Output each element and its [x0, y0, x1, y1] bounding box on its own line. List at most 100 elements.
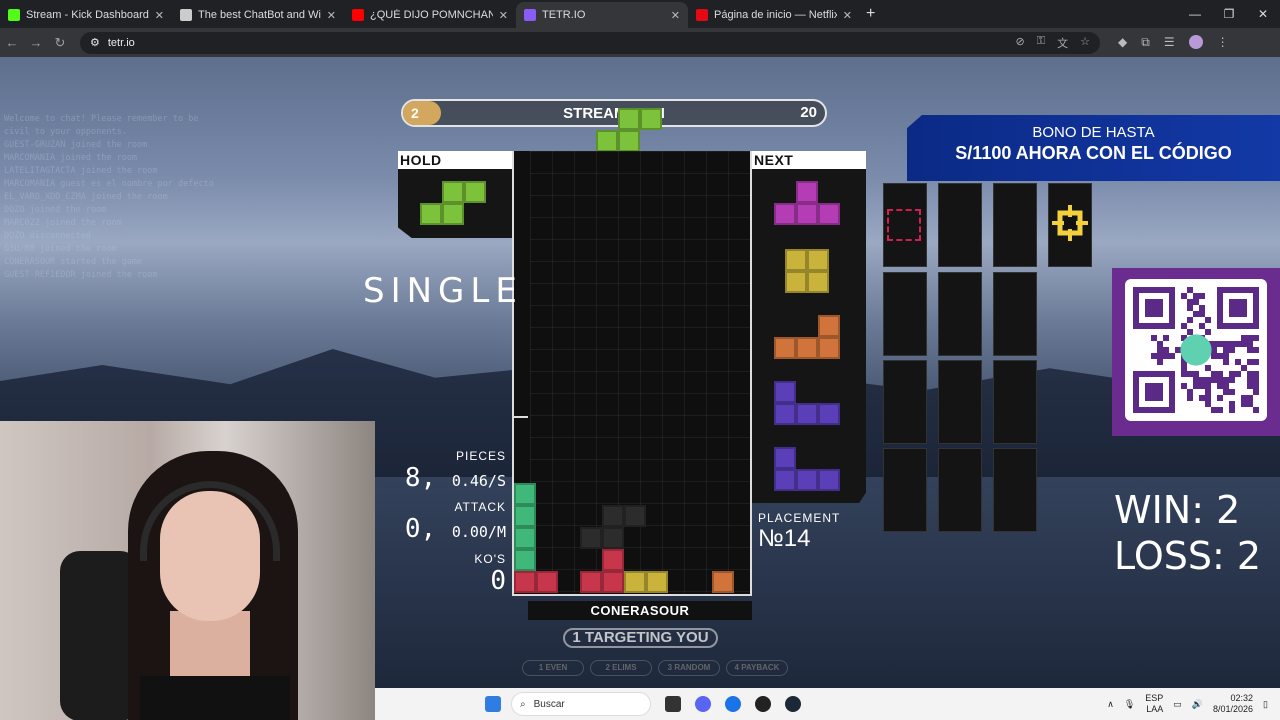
strategy-button[interactable]: 3 RANDOM — [658, 660, 720, 676]
menu-kebab-icon[interactable]: ⋮ — [1217, 35, 1229, 50]
tab-favicon-icon — [352, 9, 364, 21]
forward-icon[interactable]: → — [24, 35, 48, 50]
opponent-board[interactable] — [993, 183, 1037, 267]
board-block — [602, 571, 624, 593]
task-view-icon[interactable] — [665, 696, 681, 712]
opponent-board[interactable] — [993, 272, 1037, 356]
clock[interactable]: 02:32 8/01/2026 — [1213, 693, 1253, 715]
room-name: STREAM GYM — [563, 104, 665, 122]
tab-close-icon[interactable]: ✕ — [155, 9, 164, 22]
chevron-up-icon[interactable]: ∧ — [1107, 699, 1114, 710]
piece-block — [618, 130, 640, 152]
webcam-person-shirt — [140, 676, 290, 720]
profile-avatar[interactable] — [1188, 35, 1203, 49]
browser-tab[interactable]: Stream - Kick Dashboard ✕ — [0, 2, 172, 28]
strategy-button[interactable]: 4 PAYBACK — [726, 660, 788, 676]
chrome-icon[interactable] — [725, 696, 741, 712]
tetris-board — [512, 151, 752, 596]
targeting-strategies: 1 EVEN 2 ELIMS 3 RANDOM 4 PAYBACK — [522, 660, 788, 676]
piece-block — [818, 337, 840, 359]
board-block — [536, 571, 558, 593]
crosshair-icon — [1052, 205, 1088, 241]
minimize-icon[interactable]: — — [1178, 0, 1212, 28]
address-bar-row: ← → ↻ ⚙ tetr.io ⊘ ⚿ 文 ☆ ◆ ⧉ ☰ ⋮ — [0, 28, 1280, 57]
steam-icon[interactable] — [785, 696, 801, 712]
extensions-puzzle-icon[interactable]: ⧉ — [1141, 35, 1150, 50]
obs-icon[interactable] — [755, 696, 771, 712]
browser-tab[interactable]: ¿QUÉ DIJO POMNCHAN DE ✕ — [344, 2, 516, 28]
piece-block — [774, 337, 796, 359]
attack-label: ATTACK — [454, 500, 506, 514]
board-grid — [514, 151, 750, 593]
opponent-board[interactable] — [883, 360, 927, 444]
restore-icon[interactable]: ❐ — [1212, 0, 1246, 28]
opponent-board[interactable] — [938, 272, 982, 356]
back-icon[interactable]: ← — [0, 35, 24, 50]
notifications-icon[interactable]: ▯ — [1263, 699, 1268, 710]
opponent-board[interactable] — [938, 360, 982, 444]
volume-icon[interactable]: 🔊 — [1192, 699, 1203, 710]
pieces-label: PIECES — [455, 449, 506, 463]
translate-icon[interactable]: 文 — [1057, 35, 1068, 51]
opponent-board[interactable] — [938, 183, 982, 267]
piece-block — [596, 130, 618, 152]
kos-label: KO'S — [474, 552, 506, 566]
search-icon: ⌕ — [520, 698, 526, 710]
password-key-icon[interactable]: ⚿ — [1037, 35, 1045, 51]
board-block — [580, 571, 602, 593]
placement-stat: PLACEMENT №14 — [758, 511, 840, 553]
site-info-icon[interactable]: ⚙ — [90, 36, 100, 49]
bookmark-star-icon[interactable]: ☆ — [1080, 35, 1090, 51]
chat-line: MARCOMANIA guest es el nombre por defect… — [4, 179, 214, 189]
lang-code: ESP — [1145, 693, 1164, 703]
browser-tab[interactable]: Página de inicio — Netflix ✕ — [688, 2, 860, 28]
url-text: tetr.io — [107, 36, 135, 49]
opponent-board[interactable] — [993, 360, 1037, 444]
opponent-board[interactable] — [993, 448, 1037, 532]
microphone-icon[interactable]: 🎙 — [1124, 699, 1135, 710]
browser-tab[interactable]: The best ChatBot and Widg ✕ — [172, 2, 344, 28]
banner-line-2: S/1100 AHORA CON EL CÓDIGO — [955, 143, 1232, 163]
network-icon[interactable]: ▭ — [1173, 699, 1182, 710]
piece-block — [774, 381, 796, 403]
placement-label: PLACEMENT — [758, 511, 841, 525]
piece-block — [796, 403, 818, 425]
room-chat-log: Welcome to chat! Please remember to be ci… — [4, 113, 254, 282]
taskbar-search[interactable]: ⌕ Buscar — [511, 692, 651, 716]
opponent-board[interactable] — [883, 272, 927, 356]
reload-icon[interactable]: ↻ — [48, 35, 72, 51]
strategy-button[interactable]: 1 EVEN — [522, 660, 584, 676]
new-tab-icon[interactable]: + — [866, 5, 875, 23]
room-level-left: 2 — [403, 101, 441, 125]
board-block — [602, 527, 624, 549]
piece-block — [785, 249, 807, 271]
opponent-board[interactable] — [883, 448, 927, 532]
windows-start-icon[interactable] — [485, 696, 501, 712]
language-indicator[interactable]: ESP LAA — [1145, 693, 1163, 715]
url-bar[interactable]: ⚙ tetr.io ⊘ ⚿ 文 ☆ — [80, 31, 1100, 54]
opponent-board[interactable] — [938, 448, 982, 532]
tab-title: Página de inicio — Netflix — [714, 9, 837, 21]
qr-code-pattern — [1133, 287, 1259, 413]
board-block — [624, 571, 646, 593]
pieces-stat: PIECES 8, 0.46/S — [404, 449, 506, 493]
tab-close-icon[interactable]: ✕ — [327, 9, 336, 22]
piece-block — [796, 337, 818, 359]
search-placeholder: Buscar — [533, 698, 565, 710]
camera-blocked-icon[interactable]: ⊘ — [1016, 35, 1025, 51]
chat-line: GUEST-REF1EDOR joined the room — [4, 270, 158, 280]
extension-icon[interactable]: ◆ — [1118, 35, 1127, 50]
tab-title: The best ChatBot and Widg — [198, 9, 321, 21]
reading-list-icon[interactable]: ☰ — [1164, 35, 1175, 50]
browser-tab[interactable]: TETR.IO ✕ — [516, 2, 688, 28]
discord-icon[interactable] — [695, 696, 711, 712]
piece-block — [796, 181, 818, 203]
tab-close-icon[interactable]: ✕ — [671, 9, 680, 22]
tab-close-icon[interactable]: ✕ — [499, 9, 508, 22]
board-block — [624, 505, 646, 527]
piece-block — [442, 203, 464, 225]
webcam-feed — [0, 421, 375, 720]
close-window-icon[interactable]: ✕ — [1246, 0, 1280, 28]
tab-close-icon[interactable]: ✕ — [843, 9, 852, 22]
strategy-button[interactable]: 2 ELIMS — [590, 660, 652, 676]
